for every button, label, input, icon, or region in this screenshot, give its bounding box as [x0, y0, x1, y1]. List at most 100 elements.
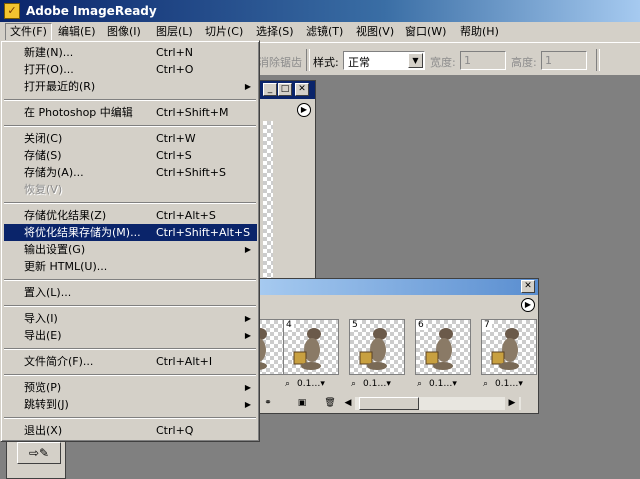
file-menu-item[interactable]: 预览(P) ▶	[4, 379, 257, 396]
submenu-arrow-icon: ▶	[244, 331, 251, 340]
palette-menu-arrow-icon[interactable]: ▶	[521, 298, 535, 312]
palette-menu-arrow-icon[interactable]: ▶	[297, 103, 311, 117]
frame-delay[interactable]: 0.1…▾	[363, 379, 391, 389]
minimize-icon[interactable]: _	[263, 83, 277, 96]
file-menu-item[interactable]: 置入(L)...	[4, 284, 257, 301]
animation-palette-titlebar[interactable]: ✕	[259, 279, 538, 295]
animation-frame[interactable]: 4 ⌕ 0.1…▾	[283, 319, 339, 389]
menu-separator	[4, 374, 256, 376]
toolbar-separator	[596, 49, 600, 71]
animation-frame[interactable]: 5 ⌕ 0.1…▾	[349, 319, 405, 389]
menu-item-label: 存储为(A)...	[24, 166, 84, 179]
menu-item-label: 更新 HTML(U)...	[24, 260, 108, 273]
scroll-thumb[interactable]	[359, 397, 419, 410]
file-menu-item[interactable]: 存储优化结果(Z) Ctrl+Alt+S	[4, 207, 257, 224]
menu-layer[interactable]: 图层(L)	[152, 24, 197, 40]
document-canvas[interactable]	[263, 121, 273, 281]
file-menu-item[interactable]: 导入(I) ▶	[4, 310, 257, 327]
menu-help[interactable]: 帮助(H)	[456, 24, 503, 40]
disposal-icon[interactable]: ⌕	[417, 379, 422, 389]
menu-item-shortcut: Ctrl+O	[156, 63, 194, 76]
style-select[interactable]: 正常 ▼	[343, 51, 425, 70]
file-menu-item[interactable]: 新建(N)... Ctrl+N	[4, 44, 257, 61]
animation-controls: ⚭ ▣ 🗑 ◀ ▶	[261, 397, 537, 411]
frame-delay[interactable]: 0.1…▾	[495, 379, 523, 389]
file-menu-item[interactable]: 将优化结果存储为(M)... Ctrl+Shift+Alt+S	[4, 224, 257, 241]
menu-item-shortcut: Ctrl+Q	[156, 424, 194, 437]
file-menu-item[interactable]: 导出(E) ▶	[4, 327, 257, 344]
close-icon[interactable]: ✕	[521, 280, 535, 293]
menu-slices[interactable]: 切片(C)	[201, 24, 247, 40]
file-menu-item[interactable]: 更新 HTML(U)...	[4, 258, 257, 275]
menu-item-shortcut: Ctrl+W	[156, 132, 196, 145]
menu-item-label: 打开(O)...	[24, 63, 74, 76]
menu-item-label: 存储(S)	[24, 149, 62, 162]
maximize-icon[interactable]: □	[278, 83, 292, 96]
menu-item-label: 预览(P)	[24, 381, 62, 394]
menubar: 文件(F) 编辑(E) 图像(I) 图层(L) 切片(C) 选择(S) 滤镜(T) 视图(V)…	[0, 22, 640, 42]
frame-number: 6	[416, 320, 426, 330]
height-label: 高度:	[511, 56, 537, 69]
file-menu-item[interactable]: 退出(X) Ctrl+Q	[4, 422, 257, 439]
file-menu-item: 恢复(V)	[4, 181, 257, 198]
frame-number: 7	[482, 320, 492, 330]
file-menu-item[interactable]: 存储为(A)... Ctrl+Shift+S	[4, 164, 257, 181]
width-field[interactable]: 1	[460, 51, 506, 70]
file-menu-dropdown: 新建(N)... Ctrl+N 打开(O)... Ctrl+O 打开最近的(R) ▶ 在 P…	[0, 40, 260, 442]
style-label: 样式:	[313, 56, 339, 69]
menu-item-shortcut: Ctrl+Alt+S	[156, 209, 216, 222]
animation-frame[interactable]: 6 ⌕ 0.1…▾	[415, 319, 471, 389]
height-field[interactable]: 1	[541, 51, 587, 70]
disposal-icon[interactable]: ⌕	[285, 379, 290, 389]
animation-frame[interactable]: 7 ⌕ 0.1…▾	[481, 319, 537, 389]
menu-item-label: 退出(X)	[24, 424, 63, 437]
trash-icon[interactable]: 🗑	[323, 397, 337, 410]
link-icon[interactable]: ⚭	[261, 397, 275, 410]
frame-delay[interactable]: 0.1…▾	[297, 379, 325, 389]
file-menu-item[interactable]: 打开(O)... Ctrl+O	[4, 61, 257, 78]
style-select-value: 正常	[348, 56, 370, 69]
file-menu-item[interactable]: 在 Photoshop 中编辑 Ctrl+Shift+M	[4, 104, 257, 121]
frames-scrollbar[interactable]: ◀ ▶	[341, 397, 521, 410]
chevron-down-icon[interactable]: ▼	[408, 53, 423, 68]
menu-item-label: 输出设置(G)	[24, 243, 86, 256]
new-frame-icon[interactable]: ▣	[295, 397, 309, 410]
scroll-left-icon[interactable]: ◀	[341, 397, 355, 410]
menu-item-label: 导入(I)	[24, 312, 58, 325]
menu-separator	[4, 348, 256, 350]
jump-to-photoshop-icon[interactable]: ⇨✎	[17, 442, 61, 464]
menu-file[interactable]: 文件(F)	[5, 23, 52, 41]
scroll-right-icon[interactable]: ▶	[505, 397, 519, 410]
disposal-icon[interactable]: ⌕	[483, 379, 488, 389]
antialias-label: 消除锯齿	[258, 56, 302, 69]
menu-item-label: 将优化结果存储为(M)...	[24, 226, 141, 239]
menu-edit[interactable]: 编辑(E)	[54, 24, 100, 40]
menu-filter[interactable]: 滤镜(T)	[302, 24, 347, 40]
file-menu-item[interactable]: 打开最近的(R) ▶	[4, 78, 257, 95]
app-title: Adobe ImageReady	[26, 4, 157, 18]
file-menu-item[interactable]: 文件简介(F)... Ctrl+Alt+I	[4, 353, 257, 370]
file-menu-item[interactable]: 跳转到(J) ▶	[4, 396, 257, 413]
file-menu-item[interactable]: 关闭(C) Ctrl+W	[4, 130, 257, 147]
menu-separator	[4, 279, 256, 281]
frame-delay-value: 0.1	[429, 379, 444, 389]
file-menu-item[interactable]: 存储(S) Ctrl+S	[4, 147, 257, 164]
disposal-icon[interactable]: ⌕	[351, 379, 356, 389]
menu-item-label: 导出(E)	[24, 329, 62, 342]
document-titlebar[interactable]: _ □ ✕	[259, 81, 315, 99]
toolbox: ⇨✎	[6, 442, 66, 479]
menu-select[interactable]: 选择(S)	[252, 24, 298, 40]
submenu-arrow-icon: ▶	[244, 400, 251, 409]
menu-item-shortcut: Ctrl+Shift+S	[156, 166, 226, 179]
file-menu-item[interactable]: 输出设置(G) ▶	[4, 241, 257, 258]
menu-item-shortcut: Ctrl+S	[156, 149, 192, 162]
frame-delay[interactable]: 0.1…▾	[429, 379, 457, 389]
menu-view[interactable]: 视图(V)	[352, 24, 398, 40]
menu-window[interactable]: 窗口(W)	[401, 24, 450, 40]
width-label: 宽度:	[430, 56, 456, 69]
close-icon[interactable]: ✕	[295, 83, 309, 96]
menu-image[interactable]: 图像(I)	[103, 24, 145, 40]
imageready-logo-icon: ✓	[4, 3, 20, 19]
menu-separator	[4, 202, 256, 204]
menu-separator	[4, 417, 256, 419]
